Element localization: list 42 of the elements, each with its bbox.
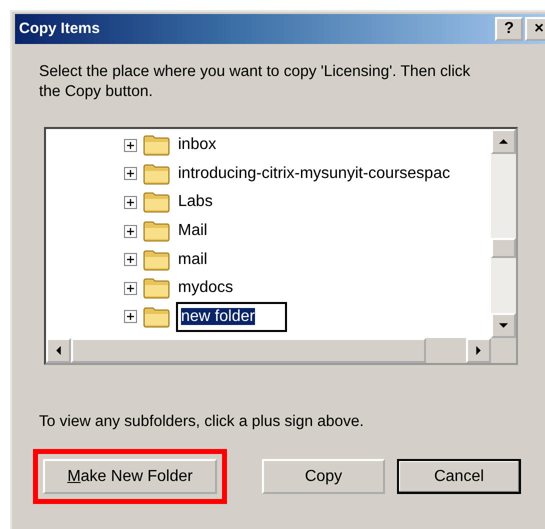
dialog-button[interactable]: Copy [262, 459, 385, 494]
arrow-up-icon [499, 137, 508, 146]
expand-icon[interactable] [124, 196, 137, 209]
folder-name: mydocs [177, 278, 234, 298]
rename-field[interactable]: new folder [176, 302, 287, 332]
expand-icon[interactable] [124, 138, 137, 152]
folder-name: Labs [177, 192, 214, 212]
close-button[interactable]: × [525, 17, 545, 41]
folder-icon [143, 134, 170, 156]
hint-text: To view any subfolders, click a plus sign above. [39, 412, 365, 432]
window-title: Copy Items [19, 18, 101, 39]
arrow-left-icon [54, 346, 63, 355]
folder-name: Mail [177, 221, 208, 242]
folder-icon [143, 248, 170, 271]
folder-icon [143, 191, 170, 214]
expand-icon[interactable] [124, 310, 137, 324]
help-button[interactable]: ? [495, 17, 523, 41]
folder-name: mail [177, 250, 208, 270]
instruction-text: Select the place where you want to copy 'Licensing'. Then click the Copy button. [39, 62, 472, 102]
scroll-down-button[interactable] [491, 313, 516, 338]
folder-name: introducing-citrix-mysunyit-coursespac [177, 164, 452, 184]
horizontal-scrollbar[interactable] [46, 338, 491, 363]
folder-icon [143, 277, 170, 300]
expand-icon[interactable] [124, 282, 137, 295]
arrow-down-icon [499, 321, 508, 330]
expand-icon[interactable] [124, 167, 137, 180]
scrollbar-corner [491, 338, 516, 363]
dialog-button[interactable]: Cancel [397, 459, 521, 494]
arrow-right-icon [474, 346, 483, 355]
folder-icon [143, 306, 170, 328]
folder-name: inbox [177, 135, 218, 156]
folder-icon [143, 220, 170, 242]
scroll-thumb[interactable] [71, 338, 426, 363]
dialog-button[interactable]: Make New Folder [43, 459, 217, 494]
vertical-scrollbar[interactable] [491, 129, 516, 338]
scroll-left-button[interactable] [46, 338, 71, 363]
scroll-up-button[interactable] [491, 129, 516, 154]
scroll-right-button[interactable] [466, 338, 491, 363]
scroll-thumb[interactable] [491, 238, 516, 258]
folder-icon [143, 162, 170, 185]
expand-icon[interactable] [124, 224, 137, 238]
expand-icon[interactable] [124, 253, 137, 266]
